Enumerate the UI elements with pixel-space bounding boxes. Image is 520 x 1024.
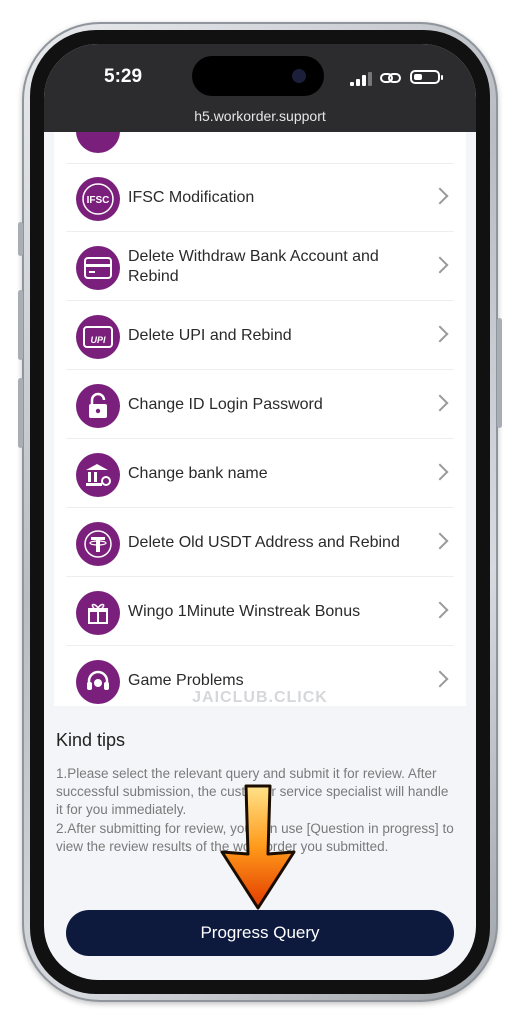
list-item-delete-usdt[interactable]: Delete Old USDT Address and Rebind: [66, 509, 454, 577]
chevron-right-icon: [431, 187, 449, 205]
list-item-ifsc[interactable]: IFSC IFSC Modification: [66, 164, 454, 232]
watermark: JAICLUB.CLICK: [192, 689, 328, 706]
personal-hotspot-icon: [380, 73, 401, 83]
pointer-arrow-icon: [220, 784, 296, 910]
chevron-right-icon: [431, 670, 449, 688]
chevron-right-icon: [431, 463, 449, 481]
volume-down-button: [18, 378, 23, 448]
list-item-label: Delete UPI and Rebind: [128, 327, 292, 344]
partial-icon: [76, 132, 120, 153]
list-item-label: IFSC Modification: [128, 189, 255, 206]
list-item-label: Change ID Login Password: [128, 396, 323, 413]
unlock-icon: [76, 384, 120, 428]
list-item-change-password[interactable]: Change ID Login Password: [66, 371, 454, 439]
work-order-list: IFSC IFSC Modification Delete Withdraw B…: [54, 132, 466, 706]
progress-query-button[interactable]: Progress Query: [66, 910, 454, 956]
list-item-label: Delete Withdraw Bank Account and Rebind: [128, 248, 379, 285]
screen: 5:29 h5.workorder.support IFSC IFSC Modi…: [44, 44, 476, 980]
power-button: [497, 318, 502, 428]
chevron-right-icon: [431, 601, 449, 619]
list-item-label: Wingo 1Minute Winstreak Bonus: [128, 603, 361, 620]
battery-icon: [410, 70, 443, 84]
ifsc-icon: IFSC: [76, 177, 120, 221]
upi-icon: UPI: [76, 315, 120, 359]
dynamic-island: [192, 56, 324, 96]
camera-icon: [292, 69, 306, 83]
list-item-label: Change bank name: [128, 465, 268, 482]
list-item-delete-bank[interactable]: Delete Withdraw Bank Account and Rebind: [66, 233, 454, 301]
list-item-delete-upi[interactable]: UPI Delete UPI and Rebind: [66, 302, 454, 370]
list-item-wingo-bonus[interactable]: Wingo 1Minute Winstreak Bonus: [66, 578, 454, 646]
bank-card-icon: [76, 246, 120, 290]
chevron-right-icon: [431, 325, 449, 343]
tips-title: Kind tips: [56, 730, 126, 750]
status-bar: 5:29 h5.workorder.support: [44, 44, 476, 132]
svg-text:UPI: UPI: [90, 335, 106, 345]
signal-icon: [350, 72, 372, 86]
gift-icon: [76, 591, 120, 635]
chevron-right-icon: [431, 532, 449, 550]
action-button: [18, 222, 23, 256]
list-item-label: Delete Old USDT Address and Rebind: [128, 534, 400, 551]
svg-text:IFSC: IFSC: [87, 195, 110, 206]
status-time: 5:29: [104, 66, 143, 87]
bank-gear-icon: [76, 453, 120, 497]
list-item-change-bank-name[interactable]: Change bank name: [66, 440, 454, 508]
volume-up-button: [18, 290, 23, 360]
chevron-right-icon: [431, 256, 449, 274]
tether-icon: [76, 522, 120, 566]
list-item: [66, 132, 454, 164]
chevron-right-icon: [431, 394, 449, 412]
url-bar[interactable]: h5.workorder.support: [44, 108, 476, 124]
